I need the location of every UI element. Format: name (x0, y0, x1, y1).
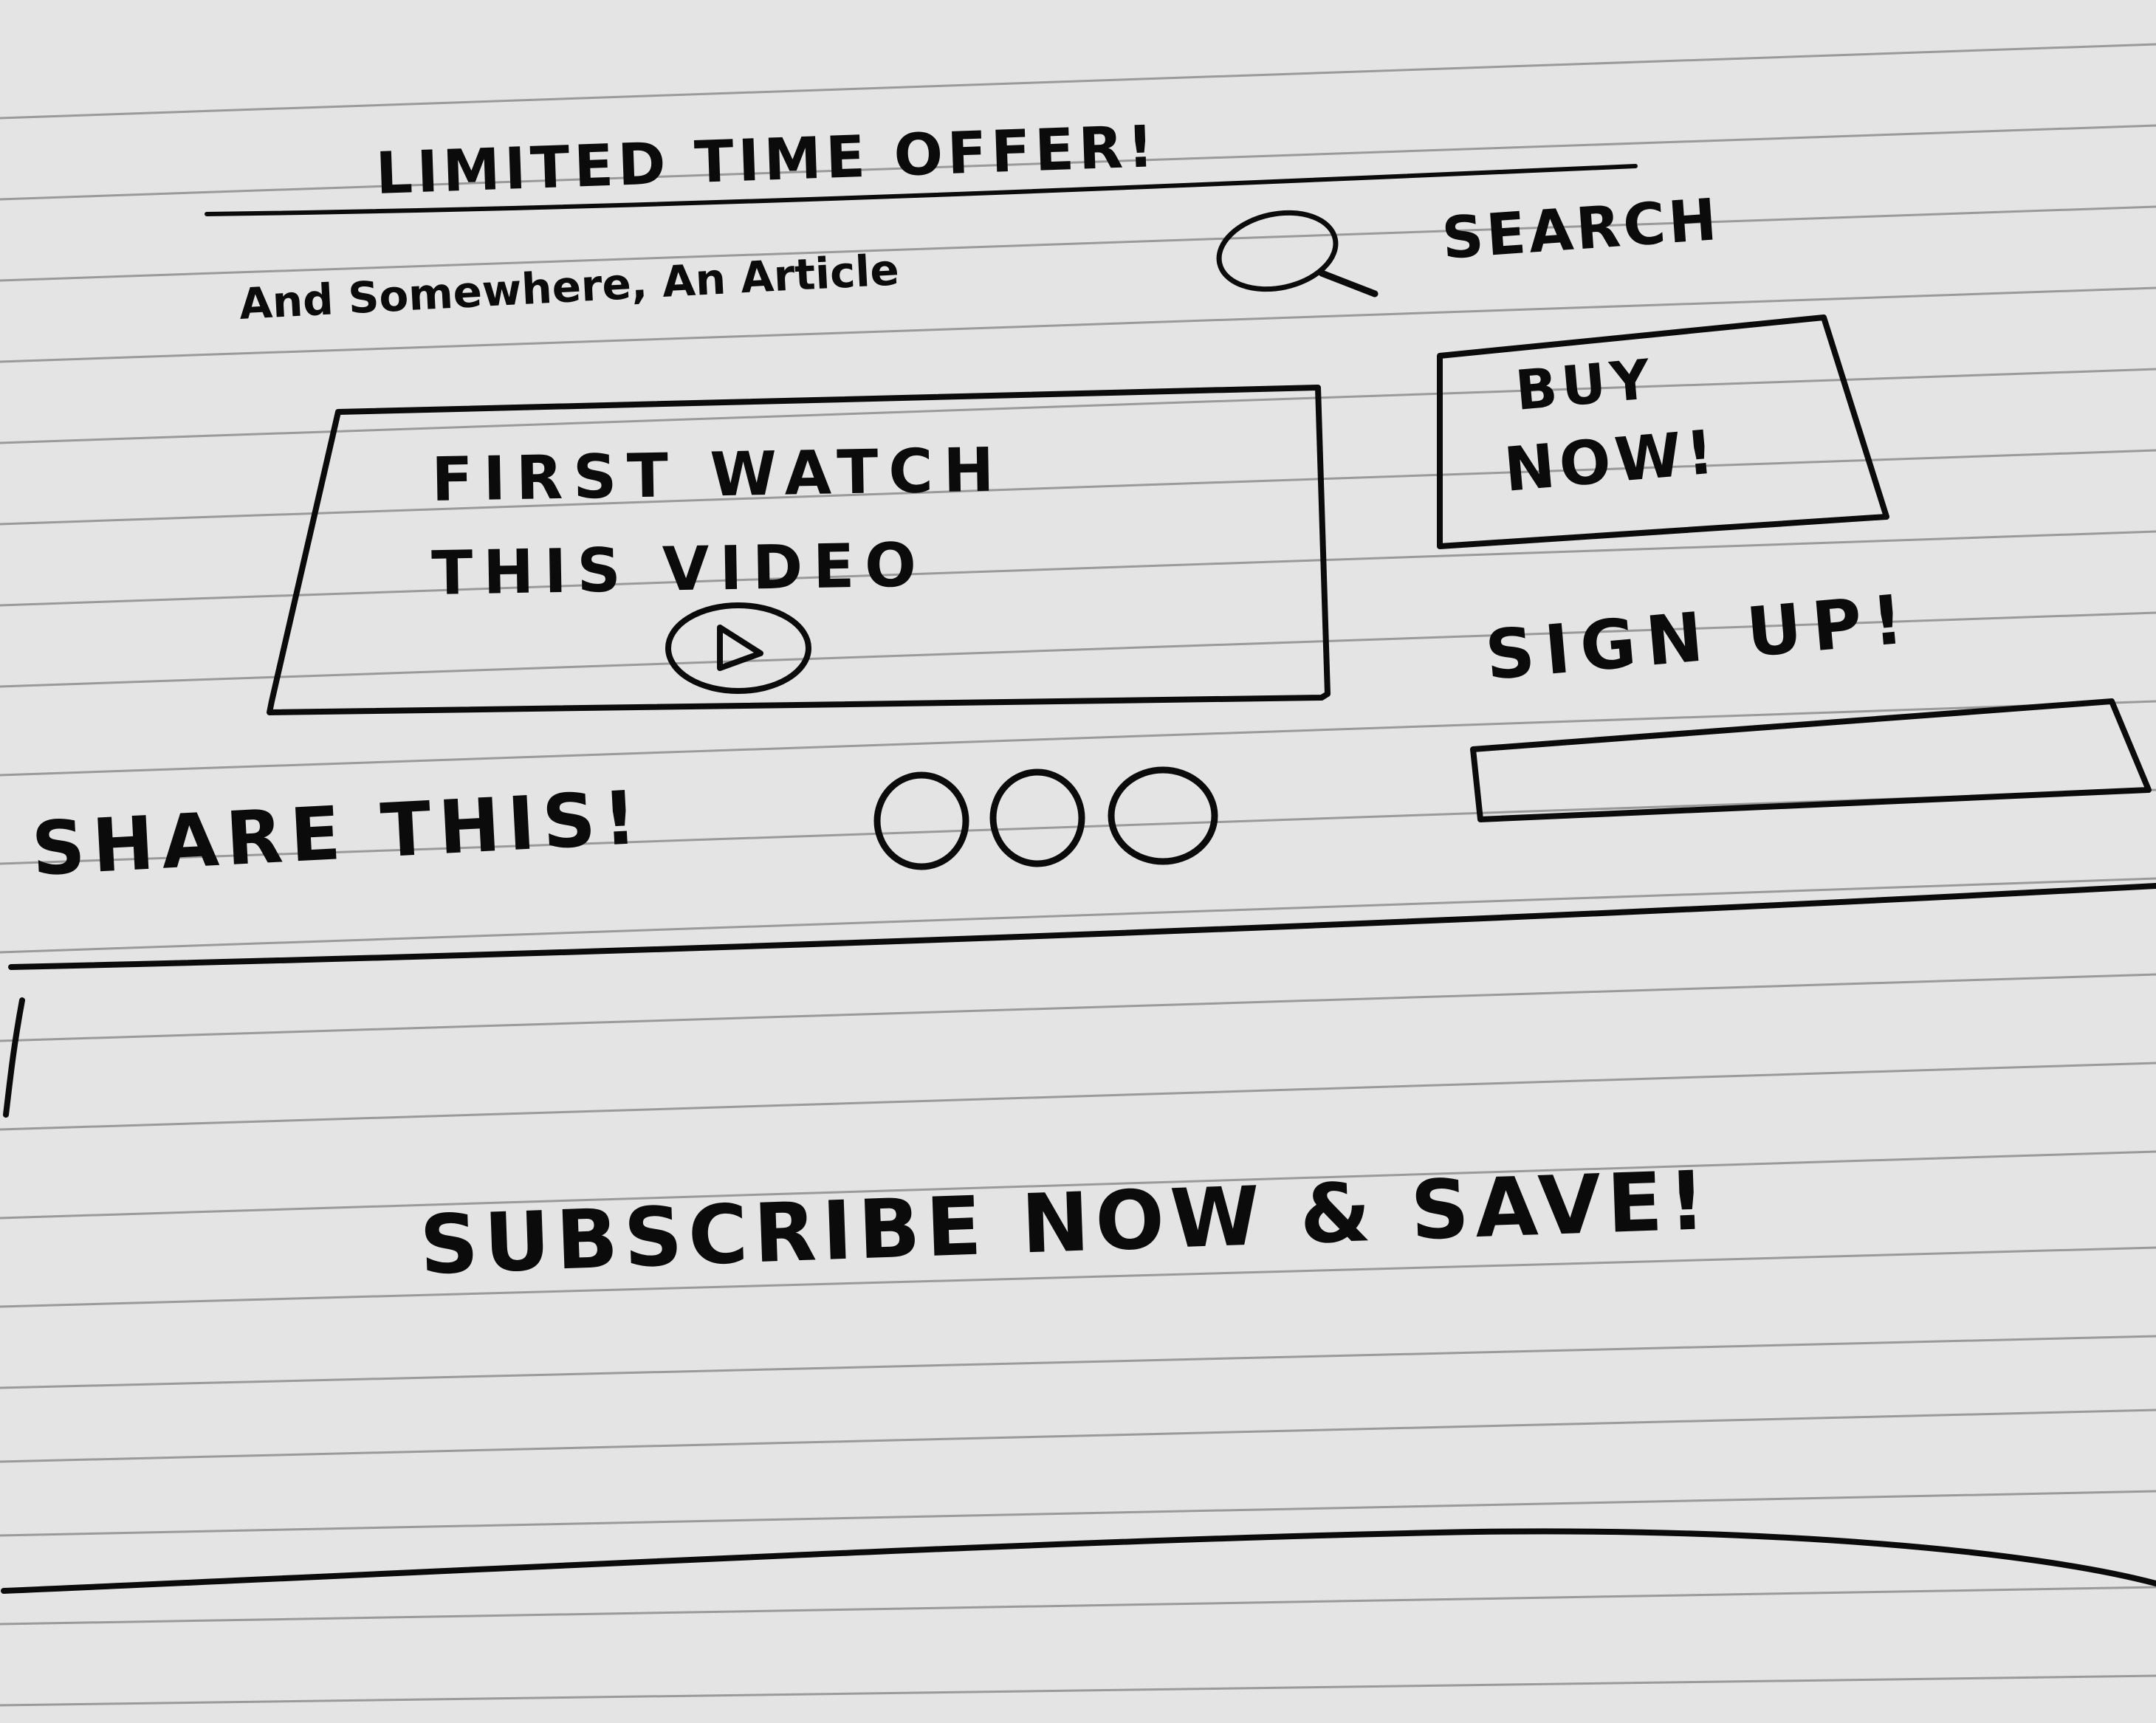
limited-offer-banner[interactable]: LIMITED TIME OFFER! (205, 114, 1638, 216)
subscribe-banner[interactable]: SUBSCRIBE NOW & SAVE! (1, 883, 2156, 1594)
wireframe-sketch: LIMITED TIME OFFER! And Somewhere, An Ar… (0, 43, 2156, 1707)
share-section: SHARE THIS! (30, 774, 646, 893)
share-circle-icon[interactable] (1108, 766, 1218, 865)
video-caption-line2: THIS VIDEO (431, 530, 927, 609)
play-icon[interactable] (665, 602, 811, 694)
subscribe-banner-bottom (1, 1528, 2156, 1594)
article-title: And Somewhere, An Article (238, 244, 900, 329)
video-caption-line1: FIRST WATCH (431, 435, 1005, 515)
subscribe-text: SUBSCRIBE NOW & SAVE! (418, 1153, 1712, 1293)
share-icons (873, 766, 1218, 870)
buy-now-line1: BUY (1513, 348, 1657, 423)
buy-now-line2: NOW! (1501, 417, 1720, 506)
header: And Somewhere, An Article (238, 244, 900, 329)
magnifier-icon (1216, 210, 1379, 298)
buy-now-button[interactable]: BUY NOW! (1437, 314, 1889, 549)
search-label: SEARCH (1440, 187, 1722, 272)
video-player[interactable]: FIRST WATCH THIS VIDEO (267, 385, 1331, 715)
subscribe-banner-left (3, 997, 25, 1118)
share-label: SHARE THIS! (30, 774, 646, 893)
share-circle-icon[interactable] (873, 771, 969, 870)
share-circle-icon[interactable] (989, 768, 1085, 867)
search-button[interactable]: SEARCH (1212, 187, 1722, 300)
signup-section: SIGN UP! (1483, 580, 1917, 695)
subscribe-banner-top (8, 883, 2156, 970)
signup-label: SIGN UP! (1483, 580, 1917, 695)
limited-offer-text: LIMITED TIME OFFER! (375, 114, 1159, 207)
